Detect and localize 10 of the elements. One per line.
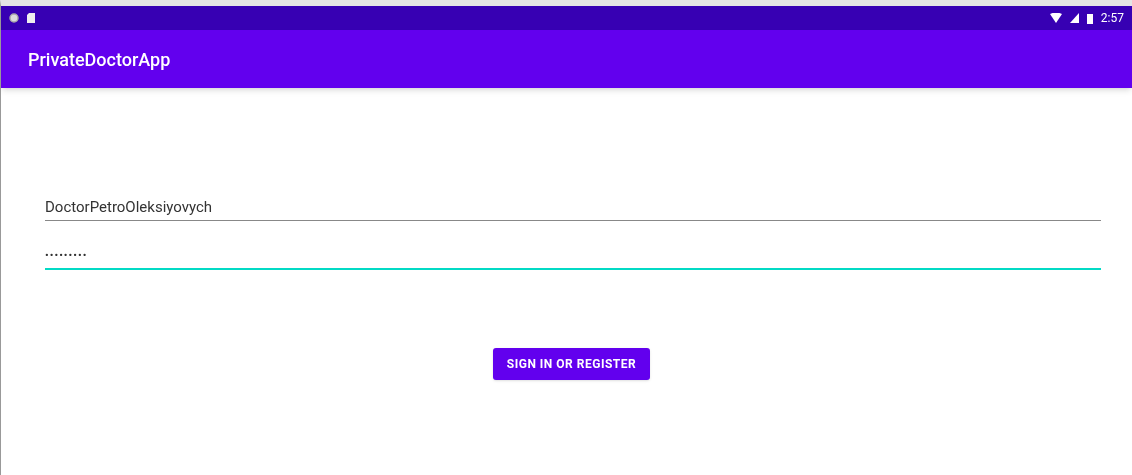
sd-card-icon — [27, 13, 35, 23]
wifi-icon — [1049, 13, 1062, 23]
username-field[interactable]: DoctorPetroOleksiyovych — [45, 194, 1101, 221]
circle-icon — [9, 13, 19, 23]
sign-in-button[interactable]: SIGN IN OR REGISTER — [492, 348, 651, 380]
signal-icon — [1069, 13, 1079, 23]
app-title: PrivateDoctorApp — [28, 47, 171, 72]
password-field[interactable]: ••••••••• — [45, 243, 1101, 270]
status-time: 2:57 — [1100, 10, 1124, 27]
battery-icon — [1086, 12, 1093, 24]
